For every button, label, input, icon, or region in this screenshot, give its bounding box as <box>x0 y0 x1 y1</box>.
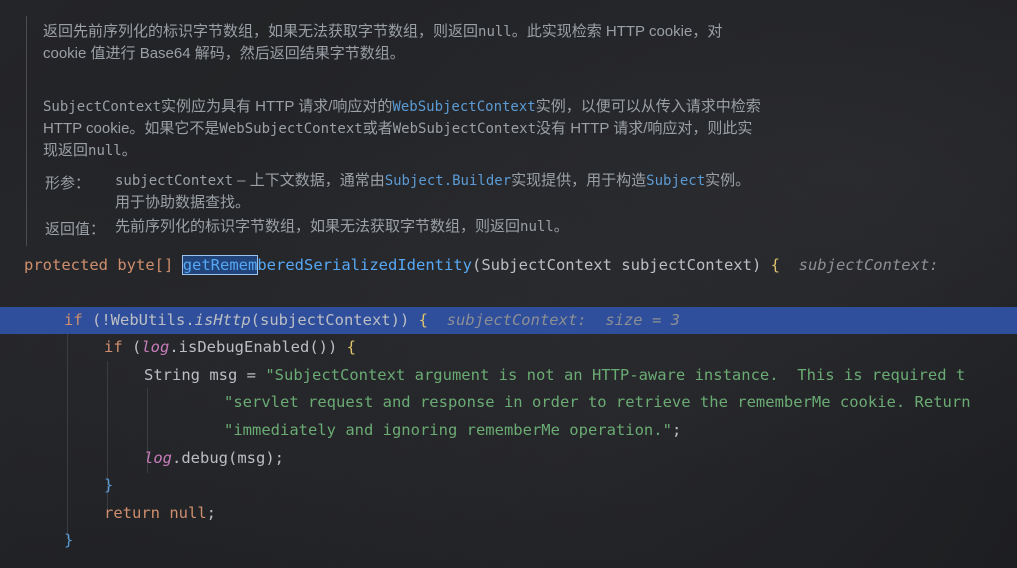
inline-debug-hint: subjectContext: size = 3 <box>446 311 680 329</box>
code-line-1[interactable]: protected byte[] getRememberedSerialized… <box>0 252 1017 279</box>
code-line-6[interactable]: "immediately and ignoring rememberMe ope… <box>0 417 1017 444</box>
params-label: 形参： <box>45 175 91 192</box>
javadoc-popup: 返回先前序列化的标识字节数组，如果无法获取字节数组，则返回null。此实现检索 … <box>26 16 827 246</box>
returns-description: 先前序列化的标识字节数组，如果无法获取字节数组，则返回null。 <box>115 218 569 235</box>
method-name-selection[interactable]: getRemem <box>181 255 259 275</box>
code-line-4[interactable]: String msg = "SubjectContext argument is… <box>0 362 1017 389</box>
code-line-7[interactable]: log.debug(msg); <box>0 445 1017 472</box>
subject-builder-link[interactable]: Subject.Builder <box>385 173 511 189</box>
code-line-9[interactable]: return null; <box>0 500 1017 527</box>
doc-paragraph-2: SubjectContext实例应为具有 HTTP 请求/响应对的WebSubj… <box>43 98 761 159</box>
doc-paragraph-1: 返回先前序列化的标识字节数组，如果无法获取字节数组，则返回null。此实现检索 … <box>43 23 723 62</box>
inline-debug-hint: subjectContext: <box>798 256 939 274</box>
subject-link[interactable]: Subject <box>646 173 705 189</box>
code-line-10[interactable]: } <box>0 527 1017 554</box>
code-line-execution-point[interactable]: if (!WebUtils.isHttp(subjectContext)) { … <box>0 307 1017 334</box>
code-line-5[interactable]: "servlet request and response in order t… <box>0 389 1017 416</box>
returns-label: 返回值： <box>45 221 106 238</box>
websubjectcontext-link[interactable]: WebSubjectContext <box>392 99 535 115</box>
param-description: subjectContext – 上下文数据，通常由Subject.Builde… <box>115 172 751 211</box>
code-line-8[interactable]: } <box>0 472 1017 499</box>
code-line-3[interactable]: if (log.isDebugEnabled()) { <box>0 334 1017 361</box>
